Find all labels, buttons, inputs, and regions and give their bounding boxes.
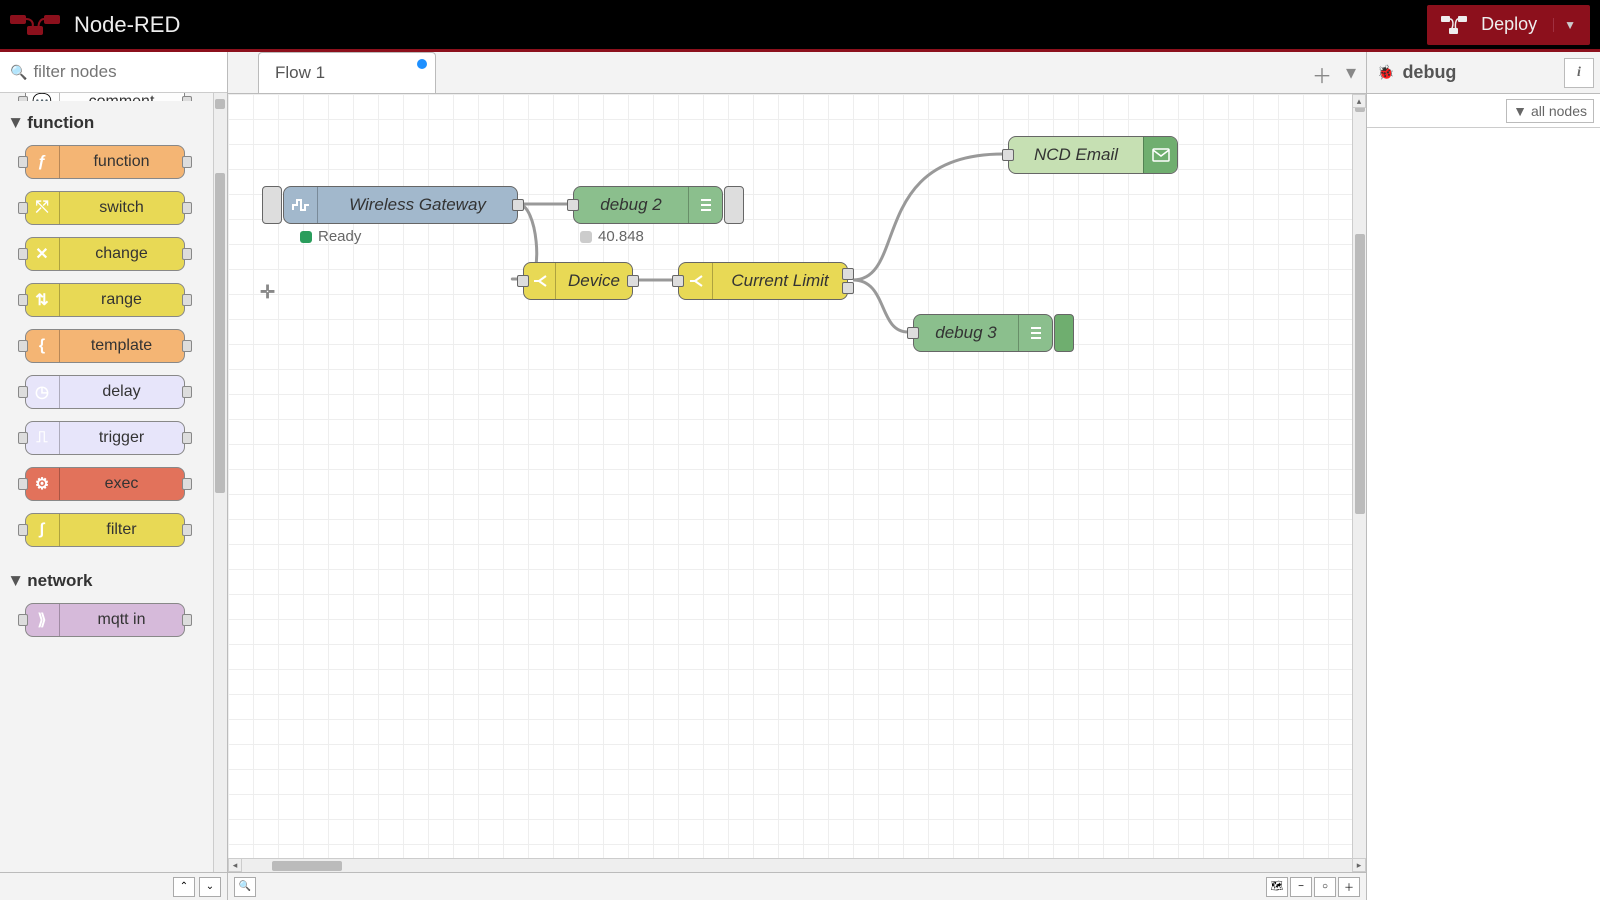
deploy-label: Deploy (1481, 14, 1537, 35)
node-wireless-gateway[interactable]: Wireless Gateway (283, 186, 518, 224)
canvas-vertical-scrollbar[interactable] (1352, 94, 1366, 858)
palette-node-exec[interactable]: ⚙exec (25, 467, 185, 501)
canvas-search-button[interactable]: 🔍 (234, 877, 256, 897)
deploy-dropdown[interactable]: ▼ (1553, 18, 1576, 32)
filter-nodes-input[interactable] (33, 62, 217, 82)
gateway-icon (284, 187, 318, 223)
delay-icon: ◷ (26, 376, 60, 408)
range-icon: ⇅ (26, 284, 60, 316)
node-device[interactable]: Device (523, 262, 633, 300)
debug-filter-button[interactable]: ▼ all nodes (1506, 99, 1594, 123)
app-title: Node-RED (74, 12, 180, 38)
trigger-icon: ⎍ (26, 422, 60, 454)
palette-sidebar: 🔍 💬 comment ▶ function ƒfuncti (0, 52, 228, 900)
workspace: Flow 1 ＋ ▾ (228, 52, 1366, 900)
palette-collapse-up-button[interactable]: ⌃ (173, 877, 195, 897)
app-header: Node-RED Deploy ▼ (0, 0, 1600, 52)
change-icon: ✕ (26, 238, 60, 270)
category-network[interactable]: ▶ network (0, 559, 209, 597)
node-current-limit[interactable]: Current Limit (678, 262, 848, 300)
zoom-in-button[interactable]: ＋ (1338, 877, 1360, 897)
category-function[interactable]: ▶ function (0, 101, 209, 139)
palette-node-change[interactable]: ✕change (25, 237, 185, 271)
debug-toggle-button[interactable] (724, 186, 744, 224)
node-debug-3[interactable]: debug 3 (913, 314, 1053, 352)
cursor-crosshair-icon: ✛ (260, 282, 275, 303)
palette-node-template[interactable]: {template (25, 329, 185, 363)
palette-node-delay[interactable]: ◷delay (25, 375, 185, 409)
palette-node-comment[interactable]: 💬 comment (25, 93, 185, 101)
palette-node-switch[interactable]: ⤲switch (25, 191, 185, 225)
chevron-down-icon: ▶ (10, 576, 24, 585)
scroll-left-button[interactable]: ◂ (228, 858, 242, 872)
function-icon: ƒ (26, 146, 60, 178)
debug-toggle-button[interactable] (1054, 314, 1074, 352)
scroll-up-button[interactable]: ▴ (1352, 94, 1366, 108)
filter-icon: ▼ (1513, 103, 1527, 119)
node-red-logo-icon (10, 13, 60, 37)
tab-flow-1[interactable]: Flow 1 (258, 52, 436, 93)
info-tab-button[interactable]: i (1564, 58, 1594, 88)
palette-scrollbar[interactable] (213, 93, 227, 872)
search-icon: 🔍 (10, 64, 27, 81)
sidebar-title: debug (1402, 62, 1456, 83)
zoom-reset-button[interactable]: ○ (1314, 877, 1336, 897)
navigator-button[interactable]: 🗺 (1266, 877, 1288, 897)
debug-icon (688, 187, 722, 223)
inject-button[interactable] (262, 186, 282, 224)
switch-icon: ⤲ (26, 192, 60, 224)
switch-icon (679, 263, 713, 299)
canvas-horizontal-scrollbar[interactable] (242, 858, 1352, 872)
node-debug-2[interactable]: debug 2 (573, 186, 723, 224)
mqtt in-icon: ⟫ (26, 604, 60, 636)
zoom-out-button[interactable]: − (1290, 877, 1312, 897)
deploy-icon (1441, 15, 1467, 35)
node-ncd-email[interactable]: NCD Email (1008, 136, 1178, 174)
scroll-right-button[interactable]: ▸ (1352, 858, 1366, 872)
bug-icon: 🐞 (1377, 64, 1394, 81)
node-status: Ready (300, 228, 361, 245)
tab-menu-button[interactable]: ▾ (1346, 60, 1356, 89)
exec-icon: ⚙ (26, 468, 60, 500)
filter-icon: ∫ (26, 514, 60, 546)
deploy-button[interactable]: Deploy ▼ (1427, 5, 1590, 45)
template-icon: { (26, 330, 60, 362)
palette-node-range[interactable]: ⇅range (25, 283, 185, 317)
palette-node-mqtt-in[interactable]: ⟫mqtt in (25, 603, 185, 637)
debug-sidebar: 🐞 debug i ▼ all nodes (1366, 52, 1600, 900)
palette-node-trigger[interactable]: ⎍trigger (25, 421, 185, 455)
palette-node-function[interactable]: ƒfunction (25, 145, 185, 179)
palette-node-filter[interactable]: ∫filter (25, 513, 185, 547)
unsaved-indicator-icon (417, 59, 427, 69)
node-status: 40.848 (580, 228, 644, 245)
flow-canvas[interactable]: Wireless Gateway Ready debug 2 (228, 94, 1366, 872)
email-icon (1143, 137, 1177, 173)
palette-collapse-down-button[interactable]: ⌄ (199, 877, 221, 897)
debug-icon (1018, 315, 1052, 351)
add-tab-button[interactable]: ＋ (1312, 60, 1332, 89)
chevron-down-icon: ▶ (10, 118, 24, 127)
